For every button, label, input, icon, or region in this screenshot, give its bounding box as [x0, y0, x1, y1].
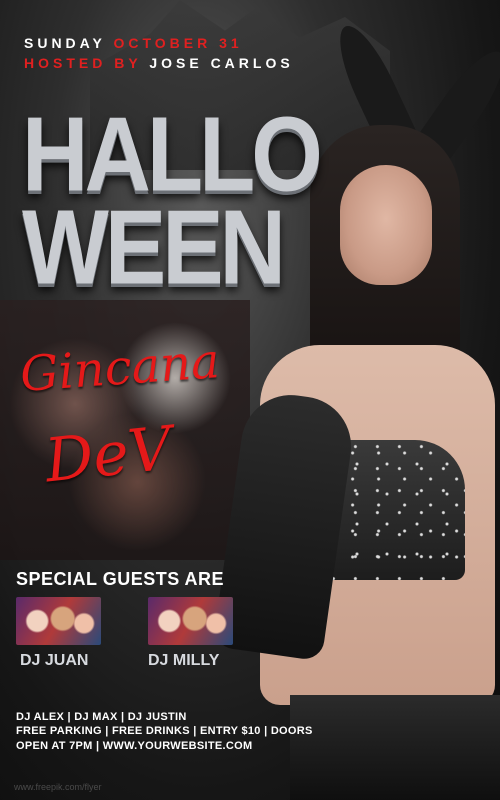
guest-name-dj-juan: DJ JUAN	[20, 652, 89, 669]
event-date: SUNDAY OCTOBER 31	[24, 35, 243, 51]
info-line-djs: DJ ALEX | DJ MAX | DJ JUSTIN	[16, 711, 187, 723]
guest-name-dj-milly: DJ MILLY	[148, 652, 220, 669]
guest-photo-dj-milly	[148, 597, 233, 645]
host-name: JOSE CARLOS	[149, 55, 294, 71]
face	[340, 165, 432, 285]
title-halloween-line2: WEEN	[22, 189, 286, 307]
info-line-time-website: OPEN AT 7PM | WWW.YOURWEBSITE.COM	[16, 740, 253, 752]
black-pants	[290, 695, 500, 800]
halloween-flyer: SUNDAY OCTOBER 31 HOSTED BY JOSE CARLOS …	[0, 0, 500, 800]
event-day: SUNDAY	[24, 35, 106, 51]
watermark-text: www.freepik.com/flyer	[14, 782, 102, 792]
guest-photo-dj-juan	[16, 597, 101, 645]
event-host: HOSTED BY JOSE CARLOS	[24, 55, 294, 71]
special-guests-heading: SPECIAL GUESTS ARE	[16, 569, 225, 589]
script-text-dev: DeV	[41, 413, 176, 497]
host-prefix: HOSTED BY	[24, 55, 142, 71]
info-line-perks: FREE PARKING | FREE DRINKS | ENTRY $10 |…	[16, 725, 313, 737]
event-date-red: OCTOBER 31	[113, 35, 243, 51]
